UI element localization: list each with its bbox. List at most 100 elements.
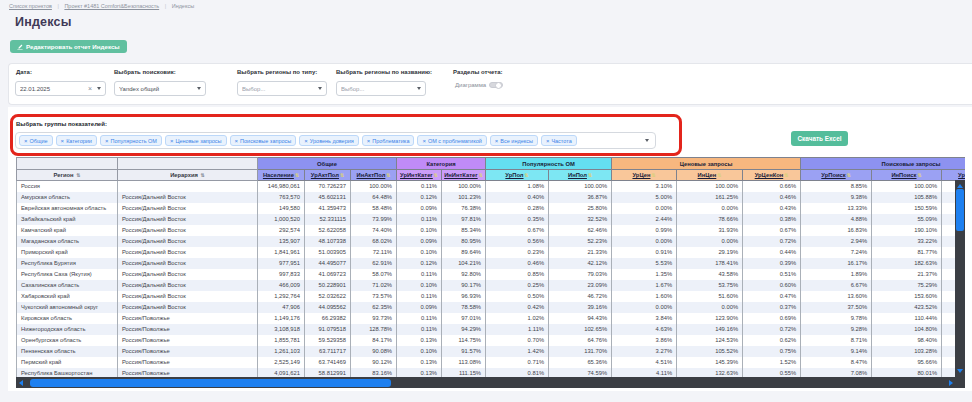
value-cell: 7.24% xyxy=(801,247,872,258)
chip-remove-icon[interactable]: × xyxy=(546,138,550,144)
horizontal-scroll-thumb[interactable] xyxy=(30,379,391,387)
value-cell: 37.50% xyxy=(801,302,872,313)
region-cell: Еврейская автономная область xyxy=(17,203,118,214)
value-cell: 79.03% xyxy=(549,269,612,280)
sort-icon[interactable]: ⇅ xyxy=(717,172,721,178)
table-row: Республика Саха (Якутия)Россия/Дальний В… xyxy=(17,269,966,280)
breadcrumb-link-project-list[interactable]: Список проектов xyxy=(9,3,52,9)
value-cell: 3.84% xyxy=(612,313,677,324)
value-cell: 0.09% xyxy=(397,302,442,313)
indicator-group-chip[interactable]: ×Поисковые запросы xyxy=(230,135,297,146)
value-cell: 4.63% xyxy=(612,324,677,335)
clear-date-icon[interactable]: × xyxy=(88,85,92,92)
column-header-cell[interactable]: ИнАктПол⇅ xyxy=(351,170,397,181)
sort-icon[interactable]: ⇅ xyxy=(784,172,788,178)
indicator-groups-multiselect[interactable]: ×Общие×Категории×Популярность ОМ×Ценовые… xyxy=(15,132,656,149)
region-type-select[interactable]: Выбор... xyxy=(237,81,327,96)
sort-icon[interactable]: ⇅ xyxy=(525,172,529,178)
column-header-cell[interactable]: ИнЦен⇅ xyxy=(677,170,743,181)
indicator-group-chip[interactable]: ×Общие xyxy=(19,135,53,146)
sort-icon[interactable]: ⇅ xyxy=(295,172,299,178)
indicator-group-chip[interactable]: ×ОМ с проблематикой xyxy=(417,135,486,146)
search-engine-select[interactable]: Yandex общий xyxy=(114,81,206,96)
indicator-group-chip[interactable]: ×Проблематика xyxy=(362,135,415,146)
column-header-cell[interactable]: ИнПоиск⇅ xyxy=(872,170,942,181)
group-header-cell: Популярность ОМ xyxy=(486,158,612,170)
scroll-right-arrow-icon[interactable] xyxy=(949,380,953,386)
chip-remove-icon[interactable]: × xyxy=(170,138,174,144)
value-cell: 53.75% xyxy=(677,280,743,291)
vertical-scrollbar[interactable] xyxy=(955,180,965,377)
multiselect-caret-icon xyxy=(645,139,649,142)
column-header-cell[interactable]: УрПол⇅ xyxy=(486,170,549,181)
value-cell: 178.41% xyxy=(677,258,743,269)
sort-icon[interactable]: ⇅ xyxy=(386,172,390,178)
region-cell: Сахалинская область xyxy=(17,280,118,291)
breadcrumb-link-project[interactable]: Проект #1481 Comfort&Безопасность xyxy=(64,3,159,9)
value-cell: 5.53% xyxy=(612,258,677,269)
chip-remove-icon[interactable]: × xyxy=(235,138,239,144)
indicator-group-chip[interactable]: ×Все индексы xyxy=(490,135,538,146)
chip-remove-icon[interactable]: × xyxy=(61,138,65,144)
sort-icon[interactable]: ⇅ xyxy=(918,172,922,178)
indicator-group-chip[interactable]: ×Ценовые запросы xyxy=(165,135,227,146)
value-cell: 95.66% xyxy=(872,357,942,368)
scroll-left-arrow-icon[interactable] xyxy=(19,380,23,386)
sort-icon[interactable]: ⇅ xyxy=(434,172,438,178)
chip-remove-icon[interactable]: × xyxy=(495,138,499,144)
column-header-label: УрПоиск xyxy=(821,172,845,178)
column-header-cell[interactable]: Население⇅ xyxy=(258,170,305,181)
filters-panel: Дата: 22.01.2025 × Выбрать поисковик: Ya… xyxy=(8,63,972,105)
scroll-up-arrow-icon[interactable] xyxy=(957,184,963,188)
chip-remove-icon[interactable]: × xyxy=(304,138,308,144)
hierarchy-cell: Россия/Дальний Восток xyxy=(118,225,258,236)
value-cell: 48.107338 xyxy=(305,236,351,247)
region-cell: Магаданская область xyxy=(17,236,118,247)
column-header-cell[interactable]: УрПоискКон⇅ xyxy=(942,170,965,181)
chip-remove-icon[interactable]: × xyxy=(24,138,28,144)
diagram-toggle[interactable] xyxy=(489,82,503,88)
column-header-hierarchy[interactable]: Иерархия ⇅ xyxy=(118,170,258,181)
horizontal-scrollbar[interactable] xyxy=(16,377,965,388)
chip-label: ОМ с проблематикой xyxy=(428,138,482,144)
value-cell: 146,980,061 xyxy=(258,181,305,192)
sort-icon[interactable]: ⇅ xyxy=(76,172,80,178)
column-header-cell[interactable]: ИнПол⇅ xyxy=(549,170,612,181)
region-type-label: Выбрать регионы по типу: xyxy=(237,69,317,75)
sort-icon[interactable]: ⇅ xyxy=(201,172,205,178)
value-cell: 63.711717 xyxy=(305,346,351,357)
vertical-scroll-thumb[interactable] xyxy=(956,189,964,231)
region-name-select[interactable]: Выбор... xyxy=(336,81,426,96)
value-cell: 3.10% xyxy=(612,181,677,192)
indicator-group-chip[interactable]: ×Частота xyxy=(541,135,577,146)
value-cell: 105.52% xyxy=(677,346,743,357)
value-cell: 96.93% xyxy=(442,291,486,302)
group-header-label: Категория xyxy=(426,161,455,167)
chip-remove-icon[interactable]: × xyxy=(105,138,109,144)
column-header-cell[interactable]: ИнИнтКатег⇅ xyxy=(442,170,486,181)
edit-report-button[interactable]: Редактировать отчет Индексы xyxy=(10,40,127,53)
indicator-group-chip[interactable]: ×Категории xyxy=(56,135,97,146)
value-cell: 0.12% xyxy=(397,192,442,203)
column-header-cell[interactable]: УрЦенКон⇅ xyxy=(743,170,801,181)
column-header-label: ИнПол xyxy=(568,172,587,178)
column-header-cell[interactable]: УрИнтКатег⇅ xyxy=(397,170,442,181)
date-input[interactable]: 22.01.2025 × xyxy=(15,81,106,96)
download-excel-button[interactable]: Скачать Excel xyxy=(791,131,848,146)
sort-icon[interactable]: ⇅ xyxy=(651,172,655,178)
sort-icon[interactable]: ⇅ xyxy=(340,172,344,178)
value-cell: 1.35% xyxy=(612,269,677,280)
scroll-down-arrow-icon[interactable] xyxy=(957,369,963,373)
sort-icon[interactable]: ⇅ xyxy=(847,172,851,178)
indicator-group-chip[interactable]: ×Популярность ОМ xyxy=(100,135,162,146)
column-header-cell[interactable]: УрПоиск⇅ xyxy=(801,170,872,181)
sort-icon[interactable]: ⇅ xyxy=(588,172,592,178)
value-cell: 0.12% xyxy=(397,258,442,269)
column-header-region[interactable]: Регион ⇅ xyxy=(17,170,118,181)
column-header-cell[interactable]: УрЦен⇅ xyxy=(612,170,677,181)
chip-remove-icon[interactable]: × xyxy=(422,138,426,144)
chip-remove-icon[interactable]: × xyxy=(367,138,371,144)
sort-icon[interactable]: ⇅ xyxy=(479,172,483,178)
column-header-cell[interactable]: УрАктПол⇅ xyxy=(305,170,351,181)
indicator-group-chip[interactable]: ×Уровень доверия xyxy=(299,135,359,146)
